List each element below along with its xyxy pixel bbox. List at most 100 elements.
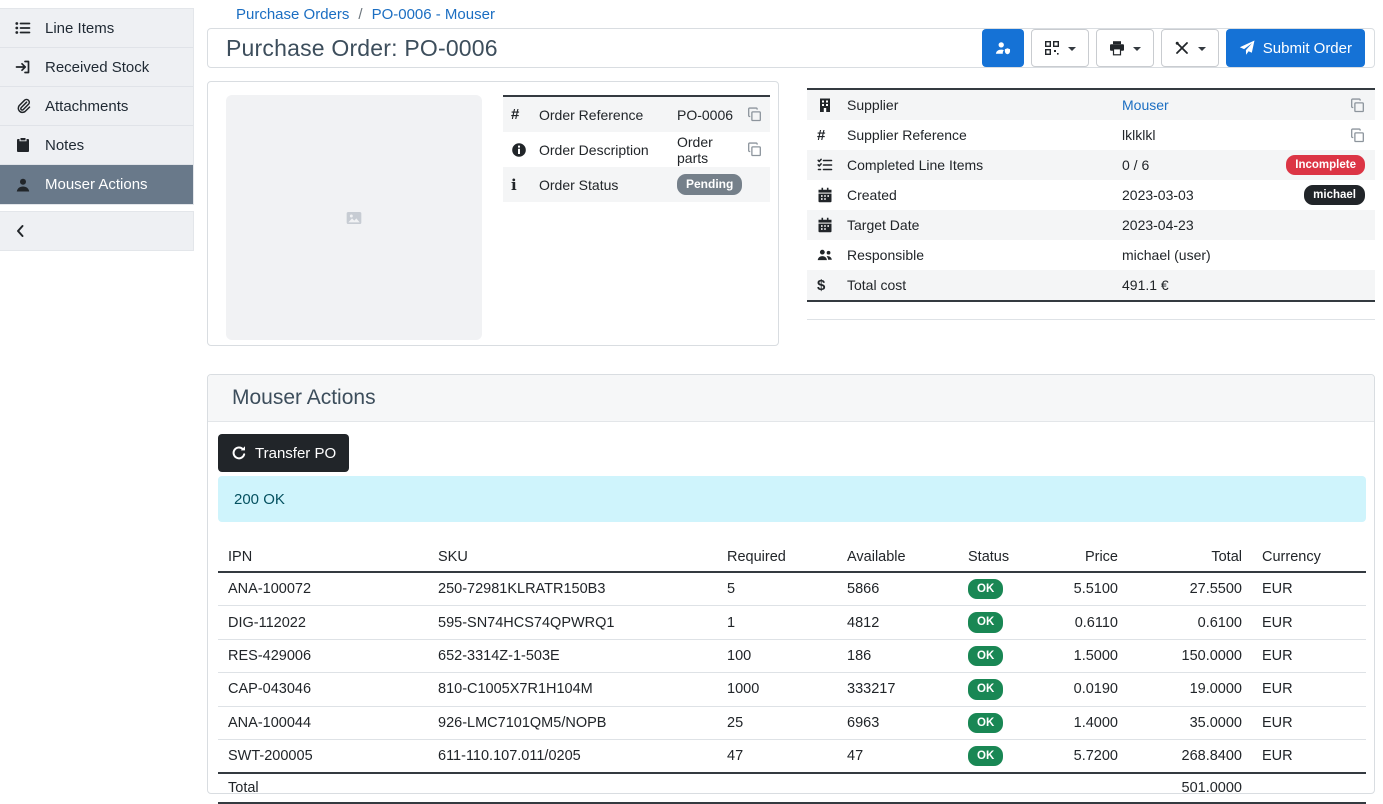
- detail-value: PO-0006: [677, 107, 747, 123]
- panel-title: Mouser Actions: [232, 386, 376, 410]
- col-header-price: Price: [1058, 542, 1128, 572]
- detail-value: 2023-04-23: [1122, 217, 1194, 233]
- cell-total: 0.6100: [1128, 606, 1252, 639]
- table-row: SWT-200005 611-110.107.011/0205 47 47 OK…: [218, 739, 1366, 773]
- status-badge: Pending: [677, 174, 742, 195]
- cell-total: 35.0000: [1128, 706, 1252, 739]
- cell-price: 0.0190: [1058, 673, 1128, 706]
- user-shield-button[interactable]: [982, 29, 1024, 67]
- user-badge: michael: [1304, 185, 1365, 205]
- user-shield-icon: [995, 40, 1011, 56]
- breadcrumb-link-current-order[interactable]: PO-0006 - Mouser: [372, 6, 495, 23]
- copy-icon[interactable]: [1350, 128, 1365, 143]
- cell-available: 4812: [837, 606, 958, 639]
- cell-sku: 250-72981KLRATR150B3: [428, 572, 717, 606]
- ok-badge: OK: [968, 713, 1003, 733]
- detail-label: Order Description: [539, 142, 677, 158]
- detail-row-order-status: i Order Status Pending: [503, 167, 770, 202]
- status-alert-text: 200 OK: [234, 491, 285, 508]
- cell-ipn: DIG-112022: [218, 606, 428, 639]
- detail-label: Order Reference: [539, 107, 677, 123]
- cell-available: 333217: [837, 673, 958, 706]
- cell-ipn: ANA-100072: [218, 572, 428, 606]
- list-check-icon: [817, 157, 847, 173]
- cell-total: 27.5500: [1128, 572, 1252, 606]
- sidebar-menu: Line Items Received Stock Attachments No…: [0, 8, 194, 205]
- sidebar-item-attachments[interactable]: Attachments: [0, 87, 193, 126]
- copy-icon[interactable]: [747, 142, 762, 157]
- calendar-icon: [817, 187, 847, 203]
- tools-icon: [1174, 40, 1190, 56]
- printer-icon: [1109, 40, 1125, 56]
- footer-total-label: Total: [218, 773, 428, 803]
- user-icon: [15, 177, 31, 193]
- sidebar: Line Items Received Stock Attachments No…: [0, 0, 194, 794]
- mouser-actions-header: Mouser Actions: [208, 375, 1374, 422]
- order-actions-button[interactable]: [1161, 29, 1219, 67]
- chevron-down-icon: [1133, 47, 1141, 55]
- detail-value: michael (user): [1122, 247, 1211, 263]
- paper-plane-icon: [1239, 40, 1255, 56]
- cell-status: OK: [958, 606, 1058, 639]
- copy-icon[interactable]: [1350, 98, 1365, 113]
- cell-ipn: CAP-043046: [218, 673, 428, 706]
- table-row: ANA-100072 250-72981KLRATR150B3 5 5866 O…: [218, 572, 1366, 606]
- table-row: RES-429006 652-3314Z-1-503E 100 186 OK 1…: [218, 639, 1366, 672]
- cell-sku: 652-3314Z-1-503E: [428, 639, 717, 672]
- cell-status: OK: [958, 639, 1058, 672]
- page: Line Items Received Stock Attachments No…: [0, 0, 1383, 794]
- submit-order-label: Submit Order: [1263, 40, 1352, 57]
- submit-order-button[interactable]: Submit Order: [1226, 29, 1365, 67]
- detail-value: Order parts: [677, 134, 747, 166]
- qrcode-icon: [1044, 40, 1060, 56]
- transfer-po-label: Transfer PO: [255, 445, 336, 462]
- copy-icon[interactable]: [747, 107, 762, 122]
- transfer-po-button[interactable]: Transfer PO: [218, 434, 349, 472]
- detail-label: Supplier: [847, 97, 1122, 113]
- sidebar-item-received-stock[interactable]: Received Stock: [0, 48, 193, 87]
- col-header-ipn: IPN: [218, 542, 428, 572]
- detail-value: 491.1 €: [1122, 277, 1169, 293]
- cell-total: 19.0000: [1128, 673, 1252, 706]
- print-actions-button[interactable]: [1096, 29, 1154, 67]
- cell-total: 150.0000: [1128, 639, 1252, 672]
- cell-currency: EUR: [1252, 572, 1366, 606]
- list-icon: [15, 20, 31, 36]
- cell-sku: 926-LMC7101QM5/NOPB: [428, 706, 717, 739]
- detail-row-total-cost: $ Total cost 491.1 €: [807, 270, 1375, 300]
- sidebar-collapse-button[interactable]: [0, 211, 194, 251]
- part-image-placeholder: [226, 95, 482, 340]
- ok-badge: OK: [968, 646, 1003, 666]
- sidebar-item-line-items[interactable]: Line Items: [0, 9, 193, 48]
- sidebar-item-notes[interactable]: Notes: [0, 126, 193, 165]
- detail-row-completed-line-items: Completed Line Items 0 / 6 Incomplete: [807, 150, 1375, 180]
- chevron-left-icon: [13, 223, 29, 239]
- detail-row-order-description: Order Description Order parts: [503, 132, 770, 167]
- table-footer-row: Total 501.0000: [218, 773, 1366, 803]
- table-row: CAP-043046 810-C1005X7R1H104M 1000 33321…: [218, 673, 1366, 706]
- cell-price: 1.5000: [1058, 639, 1128, 672]
- barcode-actions-button[interactable]: [1031, 29, 1089, 67]
- detail-row-order-reference: # Order Reference PO-0006: [503, 97, 770, 132]
- cell-required: 100: [717, 639, 837, 672]
- ok-badge: OK: [968, 679, 1003, 699]
- order-details-panel: # Order Reference PO-0006 Order Descript…: [207, 81, 779, 346]
- cell-price: 1.4000: [1058, 706, 1128, 739]
- detail-value: 2023-03-03: [1122, 187, 1194, 203]
- table-header-row: IPN SKU Required Available Status Price …: [218, 542, 1366, 572]
- detail-row-supplier: Supplier Mouser: [807, 90, 1375, 120]
- detail-row-created: Created 2023-03-03 michael: [807, 180, 1375, 210]
- order-details-row: # Order Reference PO-0006 Order Descript…: [207, 81, 1375, 346]
- supplier-link[interactable]: Mouser: [1122, 97, 1169, 113]
- cell-sku: 595-SN74HCS74QPWRQ1: [428, 606, 717, 639]
- breadcrumb-link-purchase-orders[interactable]: Purchase Orders: [236, 6, 349, 23]
- col-header-currency: Currency: [1252, 542, 1366, 572]
- breadcrumb-separator: /: [358, 6, 362, 23]
- dollar-icon: $: [817, 277, 847, 294]
- main-content: Purchase Orders / PO-0006 - Mouser Purch…: [194, 0, 1383, 794]
- sidebar-item-mouser-actions[interactable]: Mouser Actions: [0, 165, 193, 204]
- cell-required: 25: [717, 706, 837, 739]
- page-header-panel: Purchase Order: PO-0006: [207, 28, 1375, 68]
- cell-sku: 810-C1005X7R1H104M: [428, 673, 717, 706]
- detail-label: Supplier Reference: [847, 127, 1122, 143]
